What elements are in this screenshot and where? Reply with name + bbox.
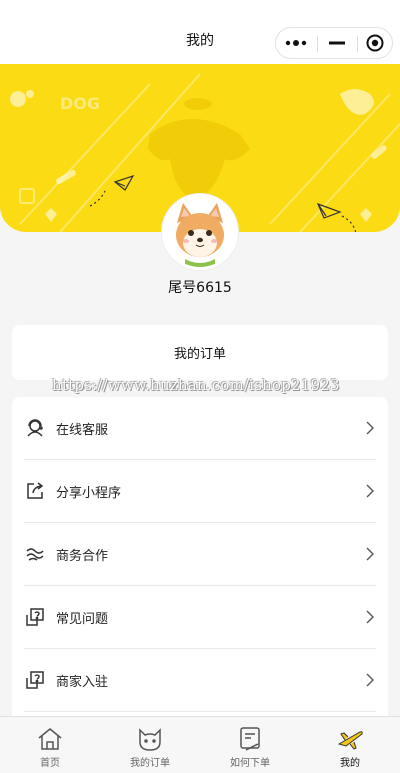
customer-service-icon [24, 417, 46, 439]
avatar[interactable] [162, 194, 238, 270]
menu-item-share-mini-program[interactable]: 分享小程序 [24, 460, 376, 523]
how-to-order-icon [236, 725, 264, 753]
chevron-right-icon [366, 610, 374, 624]
cooperation-icon [24, 543, 46, 565]
record-close-icon [366, 34, 384, 52]
menu-item-business-cooperation[interactable]: 商务合作 [24, 523, 376, 586]
merchant-join-icon [24, 669, 46, 691]
chevron-right-icon [366, 484, 374, 498]
chevron-right-icon [366, 547, 374, 561]
tab-label: 我的订单 [130, 758, 170, 769]
my-orders-card[interactable]: 我的订单 [12, 325, 388, 380]
close-button[interactable] [358, 28, 392, 58]
menu-item-label: 常见问题 [56, 611, 109, 627]
cat-icon [136, 725, 164, 753]
tab-bar: 首页 我的订单 如何下单 我的 [0, 716, 400, 773]
menu-item-label: 商务合作 [56, 548, 109, 564]
shiba-dog-avatar [165, 197, 235, 267]
svg-text:DOG: DOG [60, 94, 100, 113]
navigation-bar: 我的 [0, 0, 400, 64]
tab-how-to-order[interactable]: 如何下单 [200, 717, 300, 773]
menu-item-merchant-join[interactable]: 商家入驻 [24, 649, 376, 712]
minimize-icon [329, 41, 345, 45]
mini-program-capsule [275, 27, 393, 59]
menu-item-label: 在线客服 [56, 422, 109, 438]
menu-list: 在线客服 分享小程序 商务合作 常见问题 商家入驻 [12, 397, 388, 727]
more-dots-icon [285, 40, 307, 46]
chevron-right-icon [366, 421, 374, 435]
home-icon [36, 725, 64, 753]
faq-icon [24, 606, 46, 628]
menu-item-label: 商家入驻 [56, 674, 109, 690]
menu-item-customer-service[interactable]: 在线客服 [24, 397, 376, 460]
tab-label: 如何下单 [230, 758, 270, 769]
tab-label: 我的 [340, 758, 360, 769]
share-icon [24, 480, 46, 502]
user-name: 尾号6615 [168, 280, 232, 296]
chevron-right-icon [366, 673, 374, 687]
watermark-text: https://www.huzhan.com/ishop21923 [52, 376, 340, 394]
more-button[interactable] [276, 28, 316, 58]
my-orders-title: 我的订单 [173, 347, 226, 362]
plane-icon [336, 725, 364, 753]
tab-label: 首页 [40, 758, 60, 769]
tab-mine[interactable]: 我的 [300, 717, 400, 773]
menu-item-faq[interactable]: 常见问题 [24, 586, 376, 649]
minimize-button[interactable] [318, 28, 356, 58]
menu-item-label: 分享小程序 [56, 485, 122, 501]
tab-home[interactable]: 首页 [0, 717, 100, 773]
tab-my-orders[interactable]: 我的订单 [100, 717, 200, 773]
